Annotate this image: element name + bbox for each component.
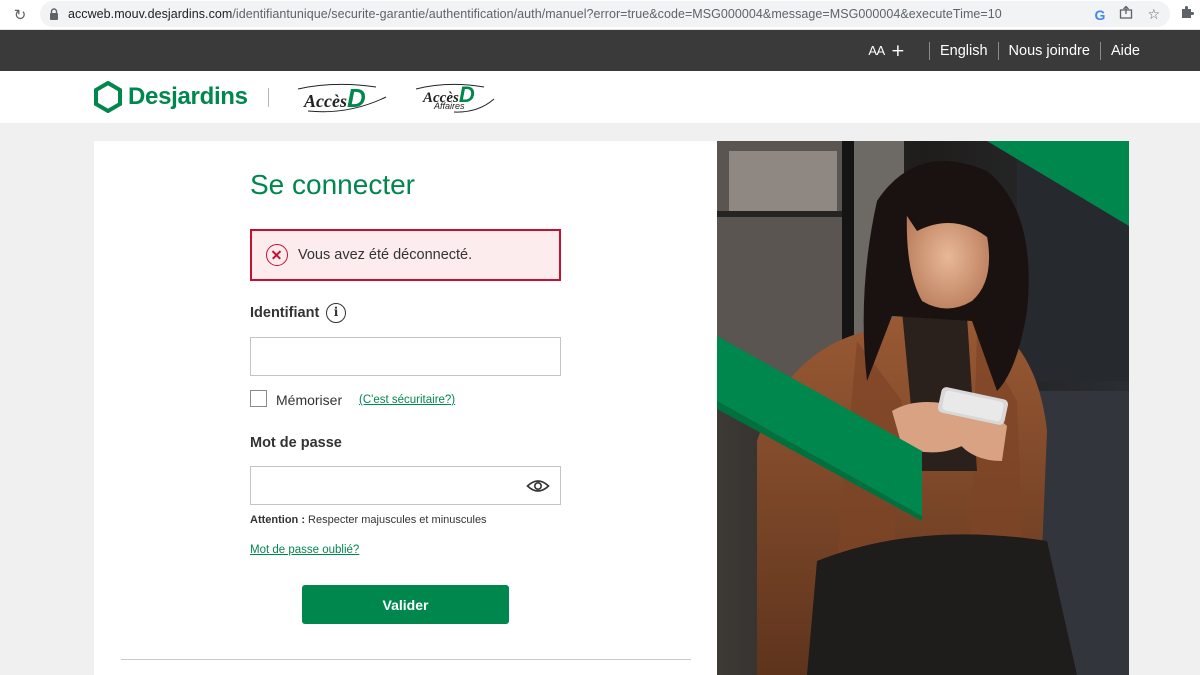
desjardins-logo[interactable]: Desjardins (94, 81, 248, 113)
accesd-text: Accès (304, 91, 347, 111)
logo-divider (268, 88, 269, 107)
google-icon[interactable]: G (1095, 6, 1106, 24)
password-hint: Attention : Respecter majuscules et minu… (250, 514, 487, 526)
identifier-input[interactable] (250, 337, 561, 376)
browser-toolbar: ↻ accweb.mouv.desjardins.com/identifiant… (0, 0, 1200, 30)
address-bar[interactable]: accweb.mouv.desjardins.com/identifiantun… (40, 1, 1170, 27)
page-title: Se connecter (250, 169, 415, 200)
puzzle-icon[interactable] (1180, 5, 1194, 23)
reload-icon[interactable]: ↻ (0, 6, 40, 24)
language-link[interactable]: English (940, 43, 988, 59)
nav-divider (997, 41, 999, 60)
alert-message: Vous avez été déconnecté. (298, 247, 473, 263)
info-icon[interactable]: i (326, 303, 346, 323)
password-input[interactable] (250, 466, 561, 505)
accesd-logo[interactable]: AccèsD (294, 79, 387, 113)
hint-text: Respecter majuscules et minuscules (304, 514, 487, 526)
remember-label[interactable]: Mémoriser (276, 392, 342, 408)
accesd-affaires-logo[interactable]: AccèsD Affaires (414, 79, 495, 113)
accesd-affaires-subtitle: Affaires (434, 101, 465, 111)
share-icon[interactable] (1119, 5, 1133, 24)
submit-button[interactable]: Valider (302, 585, 509, 624)
star-icon[interactable]: ☆ (1147, 6, 1160, 24)
utility-nav: AA + English Nous joindre Aide (0, 30, 1200, 71)
logout-alert: Vous avez été déconnecté. (250, 229, 561, 281)
eye-icon[interactable] (526, 476, 550, 496)
text-size-button[interactable]: AA (868, 43, 885, 58)
nav-divider (928, 41, 930, 60)
password-label: Mot de passe (250, 435, 342, 451)
help-link[interactable]: Aide (1111, 43, 1140, 59)
hint-prefix: Attention : (250, 514, 305, 526)
forgot-password-link[interactable]: Mot de passe oublié? (250, 544, 359, 556)
hexagon-logo-icon (94, 81, 122, 113)
site-header: Desjardins AccèsD AccèsD Affaires (0, 71, 1200, 123)
card-divider (121, 659, 691, 660)
remember-checkbox[interactable] (250, 390, 267, 407)
is-it-secure-link[interactable]: (C'est sécuritaire?) (359, 394, 455, 406)
identifier-label: Identifiant (250, 305, 320, 321)
contact-link[interactable]: Nous joindre (1009, 43, 1090, 59)
login-card: Se connecter Vous avez été déconnecté. I… (94, 141, 717, 675)
hero-photo (717, 141, 1129, 675)
error-circle-x-icon (266, 244, 288, 266)
url-text[interactable]: accweb.mouv.desjardins.com/identifiantun… (68, 7, 1002, 21)
text-size-increase-button[interactable]: + (891, 41, 905, 61)
woman-with-phone-image (717, 141, 1129, 675)
brand-name: Desjardins (128, 83, 248, 110)
accesd-letter: D (346, 83, 366, 113)
lock-icon[interactable] (40, 8, 68, 20)
nav-divider (1099, 41, 1101, 60)
